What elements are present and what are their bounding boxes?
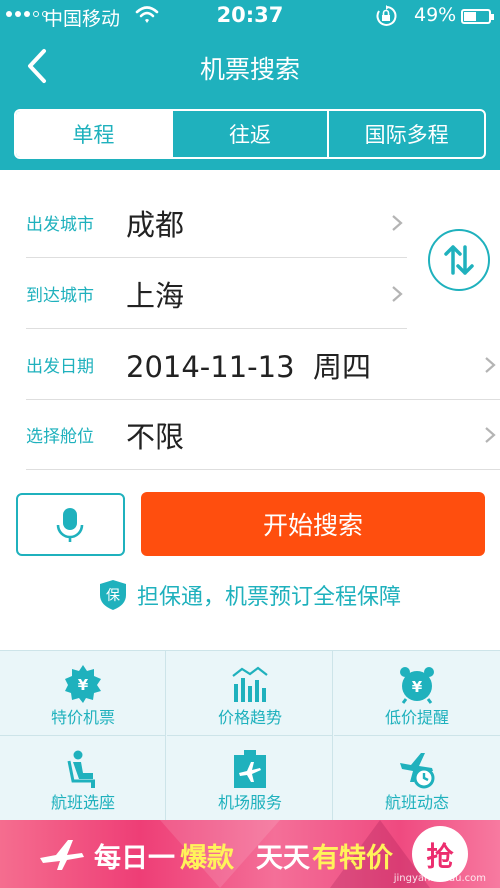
svg-text:保: 保: [106, 588, 120, 604]
feature-label: 航班动态: [384, 793, 449, 812]
feature-special-fares[interactable]: ¥ 特价机票: [0, 651, 166, 736]
microphone-icon: [56, 508, 84, 542]
departure-date-row[interactable]: 出发日期 2014-11-13 周四: [26, 330, 500, 400]
airplane-icon: [40, 840, 84, 870]
promo-banner[interactable]: 每日一 爆款 天天 有特价 抢 jingyan.baidu.com: [0, 820, 500, 888]
arrival-city-value: 上海: [126, 278, 185, 313]
cabin-class-row[interactable]: 选择舱位 不限: [26, 400, 500, 470]
swap-arrows-icon: [444, 245, 474, 275]
airport-service-icon: [234, 750, 266, 788]
chevron-right-icon: [392, 286, 403, 302]
header: 机票搜索 单程 往返 国际多程: [0, 32, 500, 170]
svg-text:¥: ¥: [412, 678, 423, 696]
chevron-right-icon: [392, 215, 403, 231]
yen-badge-icon: ¥: [65, 665, 101, 703]
banner-highlight: 爆款: [180, 843, 234, 874]
tab-one-way[interactable]: 单程: [16, 111, 171, 157]
feature-label: 价格趋势: [217, 708, 282, 727]
feature-label: 机场服务: [217, 793, 282, 812]
tab-round-trip[interactable]: 往返: [170, 111, 328, 157]
banner-text: 天天: [256, 843, 310, 874]
trip-type-tabs: 单程 往返 国际多程: [14, 109, 486, 159]
tab-multi-city[interactable]: 国际多程: [327, 111, 484, 157]
svg-text:¥: ¥: [78, 676, 89, 694]
feature-price-trend[interactable]: 价格趋势: [167, 651, 333, 736]
cabin-class-value: 不限: [126, 419, 185, 454]
chevron-right-icon: [485, 357, 496, 373]
chevron-right-icon: [485, 427, 496, 443]
guarantee-text: 担保通，机票预订全程保障: [136, 585, 401, 610]
shield-icon: 保: [99, 580, 126, 610]
alarm-clock-yen-icon: ¥: [400, 667, 434, 704]
voice-search-button[interactable]: [16, 493, 125, 556]
feature-price-alert[interactable]: ¥ 低价提醒: [334, 651, 500, 736]
feature-label: 航班选座: [50, 793, 115, 812]
battery-percent: 49%: [414, 4, 457, 26]
banner-highlight: 有特价: [312, 843, 393, 874]
feature-airport-service[interactable]: 机场服务: [167, 736, 333, 821]
bar-trend-icon: [232, 666, 268, 702]
page-title: 机票搜索: [199, 55, 300, 84]
seat-icon: [67, 750, 95, 788]
feature-grid: ¥ 特价机票 价格趋势 ¥ 低价提醒 航班选座 机场服务 航班动态: [0, 650, 500, 821]
departure-date-value: 2014-11-13 周四: [126, 349, 371, 384]
search-form: 出发城市 成都 到达城市 上海 出发日期 2014-11-13 周四 选择舱位 …: [0, 170, 500, 650]
arrival-city-row[interactable]: 到达城市 上海: [26, 259, 407, 329]
start-search-button[interactable]: 开始搜索: [141, 492, 485, 556]
feature-flight-status[interactable]: 航班动态: [334, 736, 500, 821]
departure-date-label: 出发日期: [26, 357, 94, 377]
cabin-class-label: 选择舱位: [26, 427, 94, 447]
battery-fill: [464, 12, 476, 21]
flight-status-icon: [400, 753, 435, 789]
feature-seat-selection[interactable]: 航班选座: [0, 736, 166, 821]
departure-city-label: 出发城市: [26, 215, 94, 235]
watermark: jingyan.baidu.com: [393, 873, 486, 884]
feature-label: 低价提醒: [384, 708, 449, 727]
status-bar: 中国移动 20:37 49%: [0, 0, 500, 32]
guarantee-notice[interactable]: 保 担保通，机票预订全程保障: [0, 575, 500, 615]
departure-city-value: 成都: [126, 207, 185, 242]
feature-label: 特价机票: [50, 708, 115, 727]
departure-city-row[interactable]: 出发城市 成都: [26, 188, 407, 258]
banner-text: 每日一: [94, 843, 175, 874]
swap-cities-button[interactable]: [428, 229, 490, 291]
rotation-lock-icon: [376, 5, 397, 26]
arrival-city-label: 到达城市: [26, 286, 94, 306]
battery-icon: [461, 9, 494, 24]
